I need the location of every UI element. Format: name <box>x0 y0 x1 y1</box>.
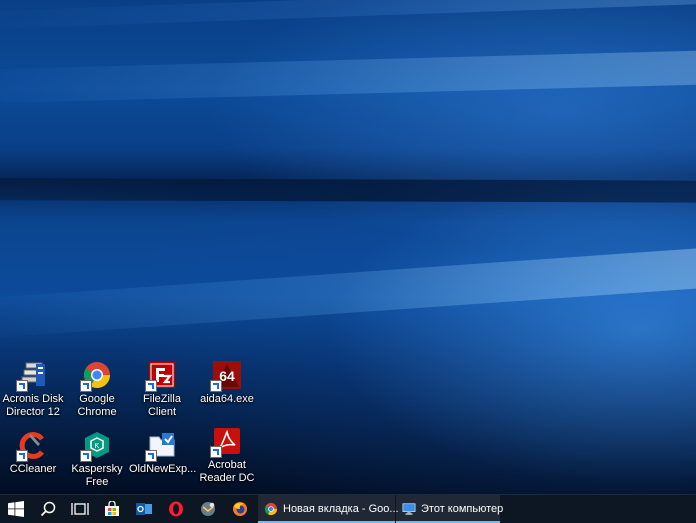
shortcut-arrow-icon <box>80 380 92 392</box>
ccleaner-icon <box>16 430 48 462</box>
task-label: Этот компьютер <box>421 503 504 515</box>
filezilla-icon <box>145 360 177 392</box>
store-icon <box>105 501 119 516</box>
shortcut-arrow-icon <box>145 450 157 462</box>
desktop-icon-label: CCleaner <box>9 463 57 475</box>
mail-app-button[interactable] <box>192 495 224 523</box>
task-label: Новая вкладка - Goo... <box>283 503 399 515</box>
desktop-icon-label: aida64.exe <box>200 393 254 405</box>
shortcut-arrow-icon <box>16 380 28 392</box>
search-icon <box>40 501 56 517</box>
wallpaper-light-beam <box>0 48 696 104</box>
desktop-icon-acrobat[interactable]: Acrobat Reader DC <box>194 426 260 485</box>
taskbar-task-this-pc[interactable]: Этот компьютер <box>396 495 504 523</box>
shortcut-arrow-icon <box>210 446 222 458</box>
desktop-icon-label: Acronis Disk Director 12 <box>2 393 64 418</box>
outlook-icon <box>136 503 152 515</box>
opera-icon <box>169 501 183 517</box>
this-pc-icon <box>402 503 416 515</box>
outlook-button[interactable] <box>128 495 160 523</box>
mail-icon <box>201 502 215 516</box>
desktop-icon-label: FileZilla Client <box>143 393 181 418</box>
desktop-icon-ccleaner[interactable]: CCleaner <box>0 430 66 476</box>
shortcut-arrow-icon <box>145 380 157 392</box>
kaspersky-icon: Ƙ <box>80 430 112 462</box>
desktop-icon-filezilla[interactable]: FileZilla Client <box>129 360 195 419</box>
desktop-icon-label: Google Chrome <box>77 393 117 418</box>
search-button[interactable] <box>32 495 64 523</box>
desktop-icon-label: OldNewExp... <box>129 463 197 475</box>
chrome-icon <box>80 360 112 392</box>
oldnewexplorer-icon <box>145 430 177 462</box>
acronis-icon <box>16 360 48 392</box>
firefox-button[interactable] <box>224 495 256 523</box>
svg-text:Ƙ: Ƙ <box>95 443 100 450</box>
shortcut-arrow-icon <box>210 380 222 392</box>
shortcut-arrow-icon <box>80 450 92 462</box>
store-button[interactable] <box>96 495 128 523</box>
firefox-icon <box>233 502 247 516</box>
desktop-icon-chrome[interactable]: Google Chrome <box>64 360 130 419</box>
wallpaper-light-beam <box>0 0 696 30</box>
task-view-icon <box>71 503 89 515</box>
wallpaper-dark-band <box>0 178 696 203</box>
desktop-wallpaper: Acronis Disk Director 12 Google Chrome F… <box>0 0 696 494</box>
start-button[interactable] <box>0 495 32 523</box>
acrobat-icon <box>210 426 242 458</box>
aida64-icon: 64 <box>210 360 242 392</box>
chrome-icon <box>264 502 278 516</box>
shortcut-arrow-icon <box>16 450 28 462</box>
desktop-icon-acronis[interactable]: Acronis Disk Director 12 <box>0 360 66 419</box>
desktop-icon-kaspersky[interactable]: Ƙ Kaspersky Free <box>64 430 130 489</box>
taskbar-task-chrome[interactable]: Новая вкладка - Goo... <box>258 495 399 523</box>
taskbar: Новая вкладка - Goo... Этот компьютер <box>0 494 696 523</box>
desktop-icon-label: Acrobat Reader DC <box>199 459 255 484</box>
wallpaper-light-beam <box>0 242 696 340</box>
task-view-button[interactable] <box>64 495 96 523</box>
windows-start-icon <box>8 501 24 517</box>
desktop-icon-label: Kaspersky Free <box>71 463 123 488</box>
opera-button[interactable] <box>160 495 192 523</box>
desktop-icon-aida64[interactable]: 64 aida64.exe <box>194 360 260 406</box>
desktop-icon-oldnewexplorer[interactable]: OldNewExp... <box>129 430 197 476</box>
